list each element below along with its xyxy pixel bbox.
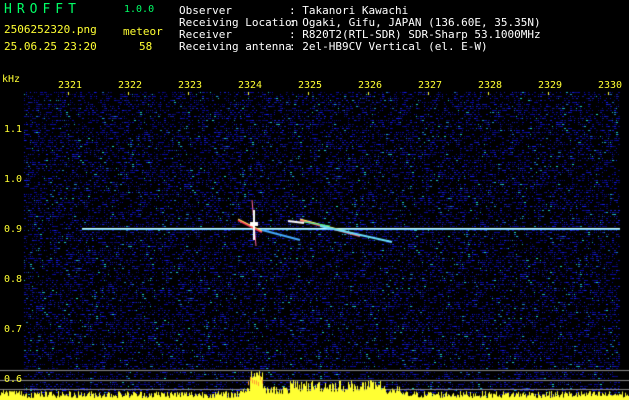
spectrogram-canvas xyxy=(0,0,629,400)
info-key-location: Receiving Location xyxy=(179,16,299,29)
info-key-observer: Observer xyxy=(179,4,232,17)
info-value-receiver: : R820T2(RTL-SDR) SDR-Sharp 53.1000MHz xyxy=(289,28,541,41)
y-tick: 0.9 xyxy=(4,224,23,235)
x-tick: 2328 xyxy=(478,80,503,91)
info-value-location: : Ogaki, Gifu, JAPAN (136.60E, 35.35N) xyxy=(289,16,541,29)
info-key-receiver: Receiver xyxy=(179,28,232,41)
x-tick: 2330 xyxy=(598,80,623,91)
x-tick: 2323 xyxy=(178,80,203,91)
y-axis-unit: kHz xyxy=(2,74,21,85)
y-tick: 1.0 xyxy=(4,174,23,185)
x-tick: 2324 xyxy=(238,80,263,91)
info-value-antenna: : 2el-HB9CV Vertical (el. E-W) xyxy=(289,40,488,53)
app-version: 1.0.0 xyxy=(124,4,155,15)
x-tick: 2327 xyxy=(418,80,443,91)
x-tick: 2321 xyxy=(58,80,83,91)
info-value-observer: : Takanori Kawachi xyxy=(289,4,409,17)
detection-count: 58 xyxy=(139,40,153,53)
y-tick: 0.8 xyxy=(4,274,23,285)
app-title: HROFFT xyxy=(4,2,81,17)
file-name: 2506252320.png xyxy=(4,23,97,36)
y-tick: 1.1 xyxy=(4,124,23,135)
file-datetime: 25.06.25 23:20 xyxy=(4,40,97,53)
info-key-antenna: Receiving antenna xyxy=(179,40,292,53)
x-tick: 2329 xyxy=(538,80,563,91)
x-tick: 2322 xyxy=(118,80,143,91)
detection-label: meteor xyxy=(123,25,163,38)
x-tick: 2325 xyxy=(298,80,323,91)
y-tick: 0.7 xyxy=(4,324,23,335)
y-tick: 0.6 xyxy=(4,374,23,385)
x-tick: 2326 xyxy=(358,80,383,91)
